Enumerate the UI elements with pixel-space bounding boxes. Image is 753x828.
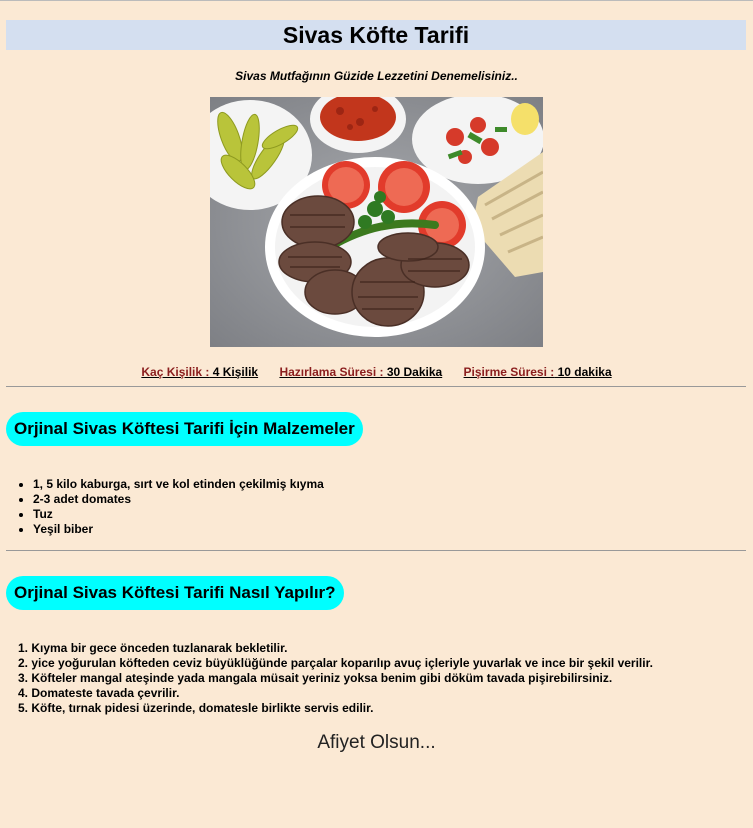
kofte-photo (210, 97, 543, 347)
recipe-info: Kaç Kişilik : 4 Kişilik Hazırlama Süresi… (0, 365, 753, 379)
ingredients-heading: Orjinal Sivas Köftesi Tarifi İçin Malzem… (6, 412, 363, 446)
list-item: 1, 5 kilo kaburga, sırt ve kol etinden ç… (33, 477, 324, 492)
list-item: 1. Kıyma bir gece önceden tuzlanarak bek… (18, 641, 288, 655)
closing-message: Afiyet Olsun... (317, 732, 436, 753)
page-subtitle: Sivas Mutfağının Güzide Lezzetini Deneme… (235, 69, 518, 83)
ingredients-list: 1, 5 kilo kaburga, sırt ve kol etinden ç… (32, 477, 324, 537)
info-servings: Kaç Kişilik : 4 Kişilik (141, 365, 259, 379)
info-cook-time: Pişirme Süresi : 10 dakika (463, 365, 612, 379)
info-prep-time: Hazırlama Süresi : 30 Dakika (279, 365, 443, 379)
page-title: Sivas Köfte Tarifi (6, 20, 746, 50)
list-item: Yeşil biber (33, 522, 324, 537)
list-item: 4. Domateste tavada çevrilir. (18, 686, 180, 700)
list-item: 2-3 adet domates (33, 492, 324, 507)
list-item: Tuz (33, 507, 324, 522)
divider (6, 386, 746, 387)
steps-list: 1. Kıyma bir gece önceden tuzlanarak bek… (18, 641, 653, 716)
steps-heading: Orjinal Sivas Köftesi Tarifi Nasıl Yapıl… (6, 576, 344, 610)
list-item: 3. Köfteler mangal ateşinde yada mangala… (18, 671, 613, 685)
divider (6, 550, 746, 551)
list-item: 5. Köfte, tırnak pidesi üzerinde, domate… (18, 701, 374, 715)
list-item: 2. yice yoğurulan köfteden ceviz büyüklü… (18, 656, 653, 670)
